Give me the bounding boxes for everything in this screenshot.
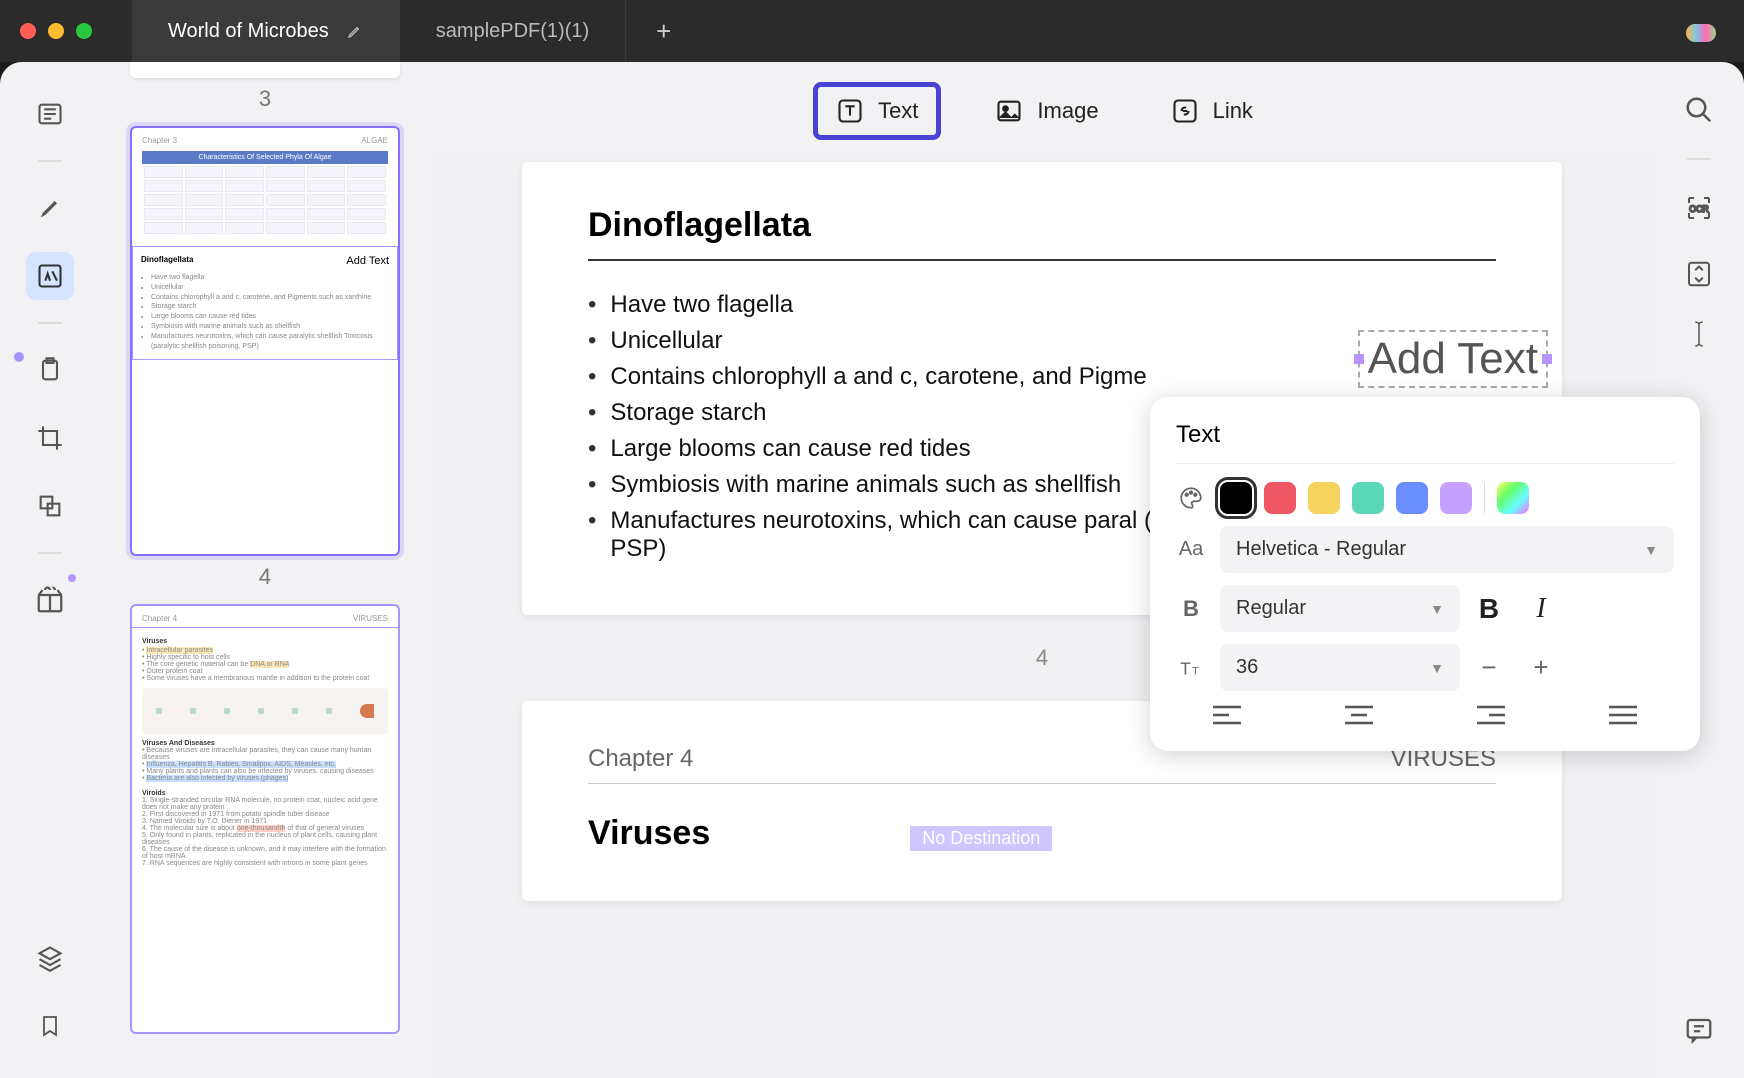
titlebar: World of Microbes samplePDF(1)(1) + [0,0,1744,62]
italic-button[interactable]: I [1526,593,1556,625]
weight-select[interactable]: Regular▼ [1220,585,1460,632]
tab-active[interactable]: World of Microbes [132,0,400,62]
layers-icon[interactable] [26,482,74,530]
section-heading: Dinoflagellata [588,206,1496,261]
clipboard-icon[interactable] [26,346,74,394]
increase-size-button[interactable]: + [1526,652,1556,683]
image-icon [995,97,1023,125]
tab-title: samplePDF(1)(1) [436,20,589,43]
color-swatch-blue[interactable] [1396,482,1428,514]
gift-icon[interactable] [26,576,74,624]
align-row [1176,703,1674,727]
separator [38,160,62,162]
no-destination-badge: No Destination [910,826,1052,851]
maximize-window-button[interactable] [76,23,92,39]
popover-title: Text [1176,421,1674,464]
palette-icon[interactable] [1176,485,1206,511]
chevron-down-icon: ▼ [1430,601,1444,617]
stack-icon[interactable] [26,934,74,982]
button-label: Link [1213,98,1253,124]
minimize-window-button[interactable] [48,23,64,39]
chevron-down-icon: ▼ [1644,542,1658,558]
color-swatch-black[interactable] [1220,482,1252,514]
svg-text:T: T [1180,658,1191,678]
separator [38,322,62,324]
chapter-label: Chapter 4 [588,745,693,773]
text-properties-popover: Text Aa Helvetica - Regular▼ B Regular▼ … [1150,397,1700,751]
thumbnail-panel: 3 Chapter 3ALGAE Characteristics Of Sele… [100,62,430,1078]
thumbnail-page-5[interactable]: Chapter 4VIRUSES Viruses • Intracellular… [130,604,400,1034]
side-indicator-dot [14,352,24,362]
bullet-item: Have two flagella [588,291,1496,319]
left-sidebar [0,62,100,1078]
font-select[interactable]: Helvetica - Regular▼ [1220,526,1674,573]
chevron-down-icon: ▼ [1430,660,1444,676]
separator [1687,158,1711,160]
align-justify-button[interactable] [1607,703,1639,727]
crop-icon[interactable] [26,414,74,462]
tab-title: World of Microbes [168,20,329,43]
text-icon [836,97,864,125]
tabs: World of Microbes samplePDF(1)(1) + [132,0,671,62]
color-row [1176,482,1674,514]
size-icon: TT [1176,655,1206,681]
add-tab-button[interactable]: + [656,16,671,47]
thumbnail-page-3-slice[interactable] [130,62,400,78]
color-swatch-purple[interactable] [1440,482,1472,514]
decrease-size-button[interactable]: − [1474,652,1504,683]
edit-icon [347,23,363,39]
close-window-button[interactable] [20,23,36,39]
edit-text-icon[interactable] [26,252,74,300]
align-right-button[interactable] [1475,703,1507,727]
button-label: Image [1037,98,1098,124]
svg-text:OCR: OCR [1689,204,1708,214]
page-number-label: 4 [130,564,400,590]
resize-handle-right[interactable] [1542,354,1552,364]
font-row: Aa Helvetica - Regular▼ [1176,526,1674,573]
thumbnail-page-4[interactable]: Chapter 3ALGAE Characteristics Of Select… [130,126,400,556]
link-icon [1171,97,1199,125]
insert-link-button[interactable]: Link [1153,87,1271,135]
traffic-lights [20,23,92,39]
highlighter-icon[interactable] [26,184,74,232]
section-heading: Viruses [588,814,710,853]
align-left-button[interactable] [1211,703,1243,727]
font-icon: Aa [1176,538,1206,561]
svg-text:T: T [1192,665,1199,677]
reader-mode-icon[interactable] [26,90,74,138]
add-text-field[interactable]: Add Text [1358,330,1548,388]
color-swatch-rainbow[interactable] [1497,482,1529,514]
align-center-button[interactable] [1343,703,1375,727]
app-logo-icon [1686,24,1716,42]
color-swatch-yellow[interactable] [1308,482,1340,514]
weight-row: B Regular▼ B I [1176,585,1674,632]
text-cursor-icon[interactable] [1679,314,1719,354]
page-number-label: 3 [130,86,400,112]
comment-icon[interactable] [1679,1010,1719,1050]
tab-secondary[interactable]: samplePDF(1)(1) [400,0,626,62]
insert-toolbar: Text Image Link [430,62,1654,152]
insert-text-button[interactable]: Text [813,82,941,140]
size-row: TT 36▼ − + [1176,644,1674,691]
ocr-icon[interactable]: OCR [1679,188,1719,228]
size-select[interactable]: 36▼ [1220,644,1460,691]
color-swatch-red[interactable] [1264,482,1296,514]
resize-handle-left[interactable] [1354,354,1364,364]
separator [38,552,62,554]
button-label: Text [878,98,918,124]
bookmark-icon[interactable] [26,1002,74,1050]
bold-button[interactable]: B [1474,593,1504,625]
app-body: 3 Chapter 3ALGAE Characteristics Of Sele… [0,62,1744,1078]
color-swatch-teal[interactable] [1352,482,1384,514]
bold-icon: B [1176,596,1206,622]
insert-image-button[interactable]: Image [977,87,1116,135]
convert-icon[interactable] [1679,254,1719,294]
search-icon[interactable] [1679,90,1719,130]
